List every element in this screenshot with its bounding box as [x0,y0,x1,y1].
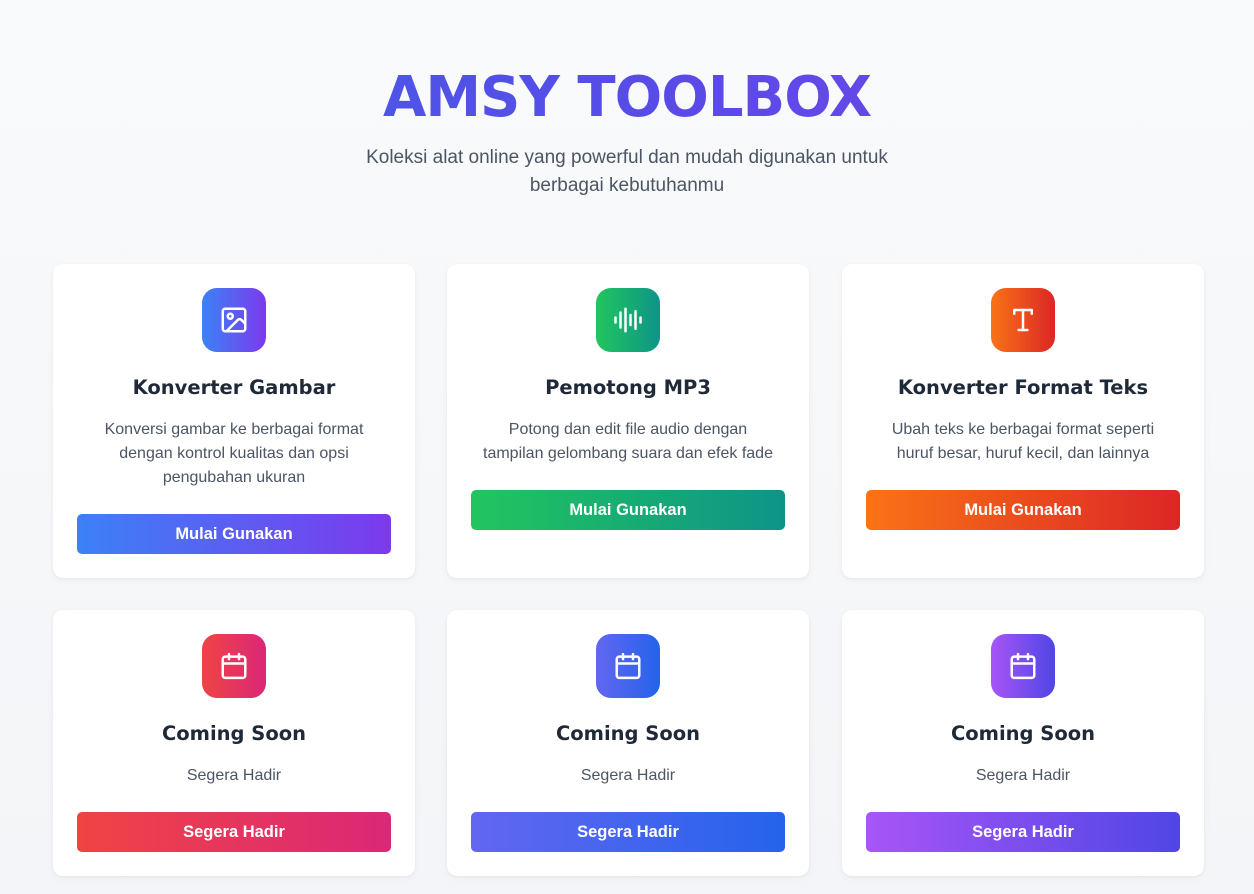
coming-soon-card: Coming Soon Segera Hadir Segera Hadir [53,610,415,876]
audio-waveform-icon [596,288,660,352]
card-title: Pemotong MP3 [545,376,711,399]
calendar-icon [202,634,266,698]
card-title: Coming Soon [950,722,1096,745]
text-icon [991,288,1055,352]
card-title: Konverter Gambar [132,376,336,399]
tool-card-text-converter: Konverter Format Teks Ubah teks ke berba… [842,264,1204,578]
image-icon [202,288,266,352]
card-title: Coming Soon [161,722,307,745]
hero-header: AMSY TOOLBOX Koleksi alat online yang po… [0,64,1254,200]
start-button-text-converter[interactable]: Mulai Gunakan [866,490,1180,530]
start-button-mp3-cutter[interactable]: Mulai Gunakan [471,490,785,530]
page-subtitle: Koleksi alat online yang powerful dan mu… [366,147,888,196]
page: AMSY TOOLBOX Koleksi alat online yang po… [0,0,1254,894]
coming-soon-card: Coming Soon Segera Hadir Segera Hadir [447,610,809,876]
calendar-icon [596,634,660,698]
card-description: Segera Hadir [580,767,676,784]
card-description: Ubah teks ke berbagai format seperti hur… [891,421,1155,462]
coming-soon-button[interactable]: Segera Hadir [866,812,1180,852]
coming-soon-button[interactable]: Segera Hadir [77,812,391,852]
coming-soon-card: Coming Soon Segera Hadir Segera Hadir [842,610,1204,876]
start-button-image-converter[interactable]: Mulai Gunakan [77,514,391,554]
card-description: Konversi gambar ke berbagai format denga… [104,421,364,486]
card-description: Segera Hadir [975,767,1071,784]
calendar-icon [991,634,1055,698]
tool-card-image-converter: Konverter Gambar Konversi gambar ke berb… [53,264,415,578]
card-title: Konverter Format Teks [897,376,1149,399]
card-title: Coming Soon [555,722,701,745]
coming-soon-button[interactable]: Segera Hadir [471,812,785,852]
card-description: Potong dan edit file audio dengan tampil… [483,421,773,462]
card-description: Segera Hadir [186,767,282,784]
page-title: AMSY TOOLBOX [0,64,1254,132]
tool-card-mp3-cutter: Pemotong MP3 Potong dan edit file audio … [447,264,809,578]
